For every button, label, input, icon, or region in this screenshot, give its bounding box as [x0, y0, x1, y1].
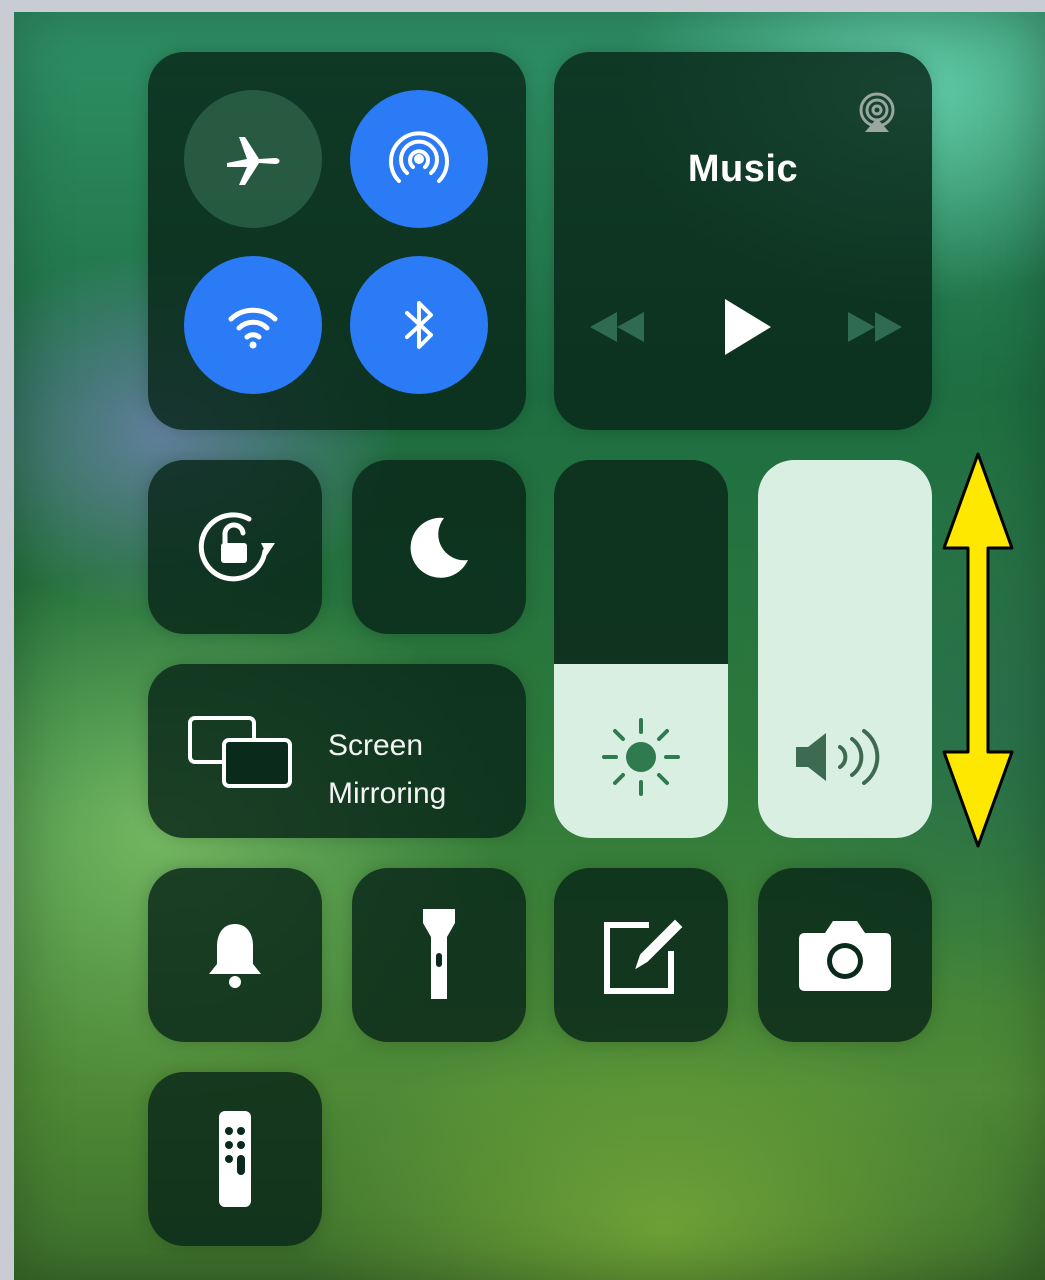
- bluetooth-button[interactable]: [350, 256, 488, 394]
- flashlight-icon: [352, 868, 526, 1042]
- connectivity-tile: [148, 52, 526, 430]
- remote-icon: [148, 1072, 322, 1246]
- screen-mirroring-line1: Screen: [328, 729, 424, 762]
- control-center-screenshot: Music Screen Mirroring: [14, 12, 1045, 1280]
- play-icon[interactable]: [712, 290, 782, 364]
- vertical-double-arrow-annotation: [942, 452, 1014, 848]
- do-not-disturb-button[interactable]: [352, 460, 526, 634]
- screen-mirroring-line2: Mirroring: [328, 777, 447, 810]
- camera-icon: [758, 868, 932, 1042]
- airplay-audio-icon[interactable]: [852, 88, 902, 138]
- wifi-button[interactable]: [184, 256, 322, 394]
- rotation-lock-icon: [148, 460, 322, 634]
- screen-mirroring-button[interactable]: Screen Mirroring: [148, 664, 526, 838]
- rewind-icon[interactable]: [582, 302, 652, 352]
- music-title: Music: [687, 148, 799, 190]
- wifi-icon: [221, 293, 285, 357]
- orientation-lock-button[interactable]: [148, 460, 322, 634]
- alarm-button[interactable]: [148, 868, 322, 1042]
- airplane-icon: [221, 127, 285, 191]
- screen-mirroring-label: Screen Mirroring: [328, 722, 446, 818]
- airdrop-button[interactable]: [350, 90, 488, 228]
- volume-slider[interactable]: [758, 460, 932, 838]
- speaker-volume-icon: [758, 722, 932, 792]
- bell-icon: [148, 868, 322, 1042]
- sun-icon: [554, 712, 728, 802]
- airplane-mode-button[interactable]: [184, 90, 322, 228]
- music-tile[interactable]: Music: [554, 52, 932, 430]
- camera-button[interactable]: [758, 868, 932, 1042]
- bluetooth-icon: [387, 293, 451, 357]
- fast-forward-icon[interactable]: [840, 302, 910, 352]
- apple-tv-remote-button[interactable]: [148, 1072, 322, 1246]
- notes-button[interactable]: [554, 868, 728, 1042]
- flashlight-button[interactable]: [352, 868, 526, 1042]
- moon-icon: [352, 460, 526, 634]
- airdrop-icon: [387, 127, 451, 191]
- screen-mirroring-icon: [186, 712, 296, 792]
- brightness-slider[interactable]: [554, 460, 728, 838]
- notes-icon: [554, 868, 728, 1042]
